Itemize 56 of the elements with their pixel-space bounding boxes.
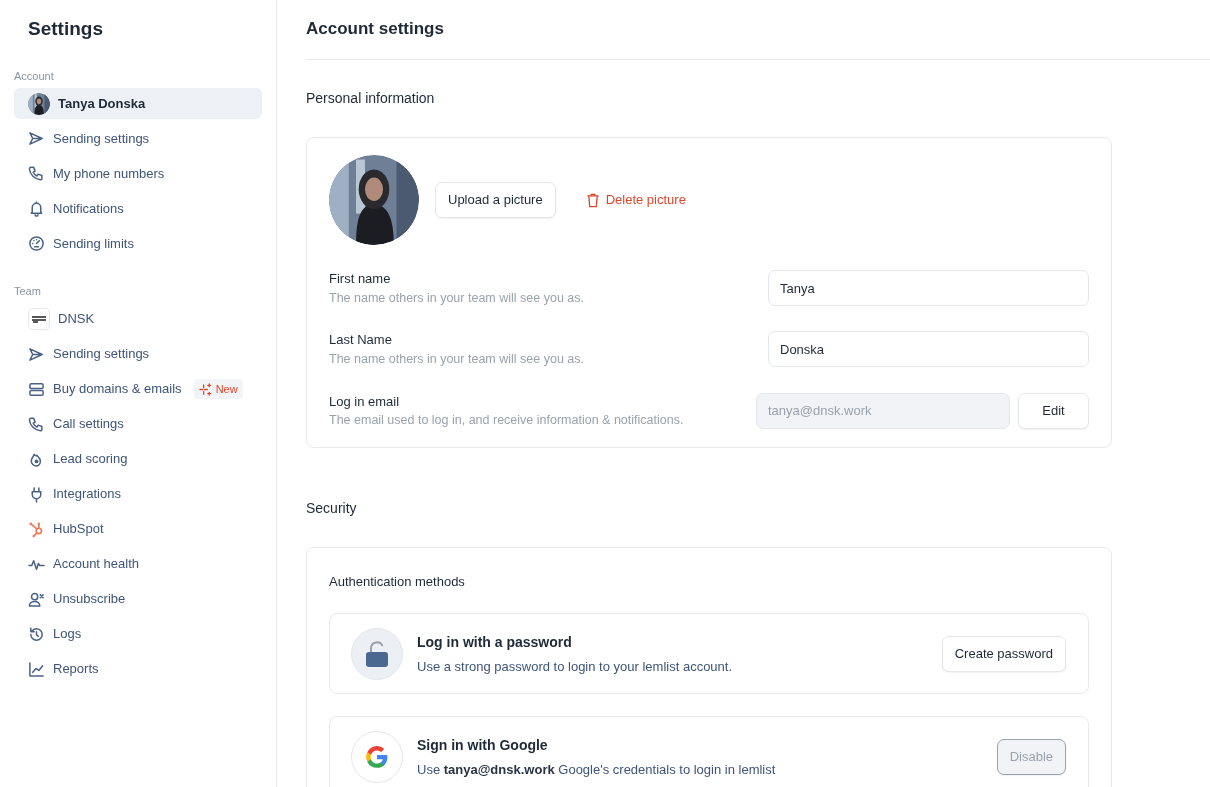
sidebar-item[interactable]: Integrations (14, 478, 262, 510)
card-subtitle: Authentication methods (329, 572, 466, 591)
sidebar-item[interactable]: Unsubscribe (14, 583, 262, 615)
sidebar-item[interactable]: Buy domains & emails New (14, 373, 262, 405)
chart-icon (28, 660, 45, 678)
sidebar-item[interactable]: Logs (14, 618, 262, 650)
logo-icon (28, 308, 50, 330)
sidebar-item[interactable]: HubSpot (14, 513, 262, 545)
sidebar-item[interactable]: Reports (14, 653, 262, 685)
delete-button[interactable]: Delete picture (579, 189, 692, 211)
phone-icon (28, 165, 45, 182)
new-badge: New (193, 378, 243, 400)
hubspot-icon (28, 520, 45, 538)
bell-icon (28, 200, 45, 217)
phone-icon (28, 415, 45, 433)
trash-icon (585, 192, 600, 208)
plug-icon (28, 485, 45, 503)
field-hint: The name others in your team will see you as. (329, 350, 584, 368)
field-label: First name (329, 270, 392, 288)
method-title: Log in with a password (417, 632, 573, 652)
user-remove-icon (28, 590, 45, 608)
field-label: Log in email (329, 392, 401, 411)
history-icon (28, 625, 45, 643)
sidebar-item[interactable]: Sending limits (14, 228, 262, 259)
send-icon (28, 345, 45, 363)
method-title: Sign in with Google (417, 735, 549, 755)
server-icon (28, 380, 45, 398)
send-icon (28, 130, 45, 147)
method-description: Use a strong password to login to your lemlist account. (417, 657, 734, 676)
sidebar-item[interactable]: Account health (14, 548, 262, 580)
input-field[interactable]: Tanya (768, 270, 1089, 307)
method-button[interactable]: Create password (941, 635, 1066, 672)
field-hint: The email used to log in, and receive information & notifications. (329, 412, 684, 429)
sidebar-item[interactable]: Sending settings (14, 338, 262, 370)
sidebar-item[interactable]: Sending settings (14, 123, 262, 154)
method-description: Use tanya@dnsk.work Google's credentials to login in lemlist (417, 760, 777, 779)
section-label: Team (14, 284, 42, 299)
input-field[interactable]: Donska (768, 331, 1089, 368)
field-label: Last Name (329, 331, 393, 350)
field-hint: The name others in your team will see you as. (329, 289, 584, 307)
sidebar-item[interactable]: Lead scoring (14, 443, 262, 475)
sidebar-item[interactable]: Call settings (14, 408, 262, 440)
gauge-icon (28, 235, 45, 252)
google-icon (364, 743, 390, 770)
upload-button[interactable]: Upload a picture (435, 182, 556, 218)
sidebar-title: Settings (28, 17, 104, 41)
sidebar-item[interactable]: My phone numbers (14, 158, 262, 189)
sidebar-item[interactable]: Tanya Donska (14, 88, 262, 119)
page-title: Account settings (306, 19, 444, 40)
sparkle-icon (198, 382, 212, 396)
section-title: Security (306, 498, 358, 518)
section-label: Account (14, 68, 55, 84)
sidebar-item[interactable]: DNSK (14, 303, 262, 335)
sidebar-item[interactable]: Notifications (14, 193, 262, 224)
unlocked-padlock-icon (363, 639, 391, 668)
section-title: Personal information (306, 89, 436, 108)
